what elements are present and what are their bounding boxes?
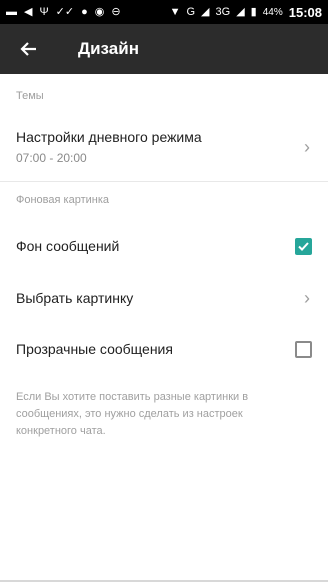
chevron-right-icon: › <box>304 136 310 157</box>
signal-icon: ◢ <box>236 5 245 18</box>
page-title: Дизайн <box>78 39 139 58</box>
battery-icon: ▮ <box>250 5 257 18</box>
clock: 15:08 <box>288 4 322 20</box>
signal-icon: ◢ <box>201 5 210 18</box>
wifi-icon: ▼ <box>169 5 181 18</box>
transparent-messages-title: Прозрачные сообщения <box>16 341 173 357</box>
status-bar: ▬ ◀ Ψ ✓✓ ● ◉ ⊖ ▼ G ◢ 3G ◢ ▮ 44% 15:08 <box>0 0 328 24</box>
section-header-wallpaper: Фоновая картинка <box>16 194 110 206</box>
section-header-themes: Темы <box>16 90 44 102</box>
divider <box>0 181 328 182</box>
transparent-messages-row[interactable]: Прозрачные сообщения <box>0 325 328 373</box>
back-button[interactable] <box>0 24 56 74</box>
message-background-title: Фон сообщений <box>16 238 120 254</box>
signal-g-label: G <box>186 5 196 18</box>
skype-icon: ◉ <box>94 5 105 18</box>
arrow-left-icon <box>20 42 36 56</box>
day-mode-title: Настройки дневного режима <box>16 129 202 145</box>
minus-icon: ⊖ <box>111 5 121 18</box>
send-icon: ◀ <box>24 5 33 18</box>
chevron-right-icon: › <box>304 287 310 308</box>
app-bar: Дизайн <box>0 24 328 74</box>
wallpaper-footnote: Если Вы хотите поставить разные картинки… <box>16 391 249 437</box>
usb-icon: Ψ <box>39 5 49 18</box>
day-mode-settings-row[interactable]: Настройки дневного режима 07:00 - 20:00 … <box>0 120 328 174</box>
transparent-messages-checkbox[interactable] <box>295 340 312 358</box>
choose-image-row[interactable]: Выбрать картинку › <box>0 274 328 322</box>
signal-3g-label: 3G <box>215 5 231 18</box>
message-background-checkbox[interactable] <box>295 237 312 255</box>
battery-percent: 44% <box>262 6 283 18</box>
check-icon: ✓✓ <box>55 5 75 18</box>
chat-icon: ● <box>81 5 88 18</box>
choose-image-title: Выбрать картинку <box>16 290 134 306</box>
checkmark-icon <box>298 241 309 251</box>
message-background-row[interactable]: Фон сообщений <box>0 222 328 270</box>
day-mode-hours: 07:00 - 20:00 <box>16 151 87 165</box>
message-icon: ▬ <box>6 5 17 18</box>
